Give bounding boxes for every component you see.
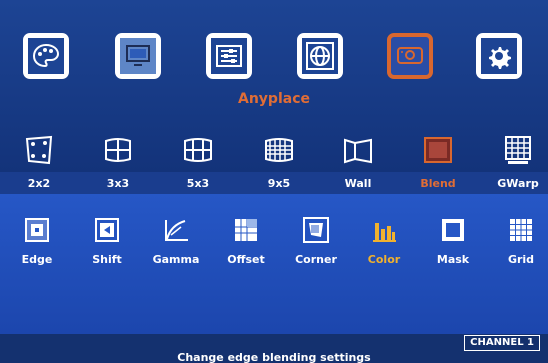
gear-icon xyxy=(481,38,517,74)
color-bars-icon xyxy=(373,223,396,242)
sub-label-offset: Offset xyxy=(227,253,265,266)
network-tab[interactable] xyxy=(297,33,343,79)
mode-label-9x5: 9x5 xyxy=(267,177,291,190)
settings-tab[interactable] xyxy=(476,33,522,79)
palette-tab[interactable] xyxy=(23,33,69,79)
mode-blend[interactable]: Blend xyxy=(410,132,466,190)
sub-mask[interactable]: Mask xyxy=(424,215,482,271)
mode-9x5[interactable]: 9x5 xyxy=(251,132,307,190)
status-message: Change edge blending settings xyxy=(177,351,371,363)
globe-icon xyxy=(302,38,338,74)
sub-label-edge: Edge xyxy=(21,253,53,266)
equalizer-icon xyxy=(211,38,247,74)
mode-label-5x3: 5x3 xyxy=(186,177,210,190)
grid-icon xyxy=(510,219,532,241)
corner-icon xyxy=(303,217,329,243)
sub-label-mask: Mask xyxy=(436,253,470,266)
sub-label-corner: Corner xyxy=(295,253,337,266)
gamma-icon xyxy=(165,220,188,241)
osd-menu: Anyplace 2x2 3x3 5x3 9x5 Wall Blend GWar… xyxy=(0,0,548,363)
mode-3x3[interactable]: 3x3 xyxy=(90,132,146,190)
mode-label-wall: Wall xyxy=(344,177,372,190)
menu-title: Anyplace xyxy=(238,91,310,107)
projector-icon xyxy=(392,38,428,74)
sub-label-color: Color xyxy=(367,253,401,266)
edge-icon xyxy=(25,218,49,242)
adjust-tab[interactable] xyxy=(206,33,252,79)
sub-gamma[interactable]: Gamma xyxy=(147,215,205,271)
offset-icon xyxy=(235,219,257,241)
mode-wall[interactable]: Wall xyxy=(330,132,386,190)
palette-icon xyxy=(28,38,64,74)
sub-label-gamma: Gamma xyxy=(152,253,200,266)
mask-icon xyxy=(442,219,464,241)
grid-5x3-icon xyxy=(184,138,212,162)
sub-corner[interactable]: Corner xyxy=(287,215,345,271)
mode-label-2x2: 2x2 xyxy=(27,177,51,190)
sub-color[interactable]: Color xyxy=(355,215,413,271)
mode-gwarp[interactable]: GWarp xyxy=(490,132,546,190)
gwarp-icon xyxy=(505,136,531,164)
channel-badge: CHANNEL 1 xyxy=(464,335,540,351)
sub-shift[interactable]: Shift xyxy=(78,215,136,271)
sub-label-grid: Grid xyxy=(507,253,535,266)
mode-label-3x3: 3x3 xyxy=(106,177,130,190)
grid-3x3-icon xyxy=(105,138,131,162)
monitor-layout-icon xyxy=(120,38,156,74)
sub-label-shift: Shift xyxy=(92,253,122,266)
wall-icon xyxy=(344,138,372,164)
mode-label-gwarp: GWarp xyxy=(497,177,539,190)
grid-9x5-icon xyxy=(265,138,293,162)
sub-offset[interactable]: Offset xyxy=(217,215,275,271)
mode-label-blend: Blend xyxy=(420,177,456,190)
blend-icon xyxy=(424,137,452,163)
sub-grid[interactable]: Grid xyxy=(492,215,548,271)
sub-edge[interactable]: Edge xyxy=(8,215,66,271)
shift-icon xyxy=(95,218,119,242)
mode-5x3[interactable]: 5x3 xyxy=(170,132,226,190)
projector-tab[interactable] xyxy=(387,33,433,79)
display-tab[interactable] xyxy=(115,33,161,79)
grid-2x2-icon xyxy=(25,135,53,165)
mode-2x2[interactable]: 2x2 xyxy=(11,132,67,190)
